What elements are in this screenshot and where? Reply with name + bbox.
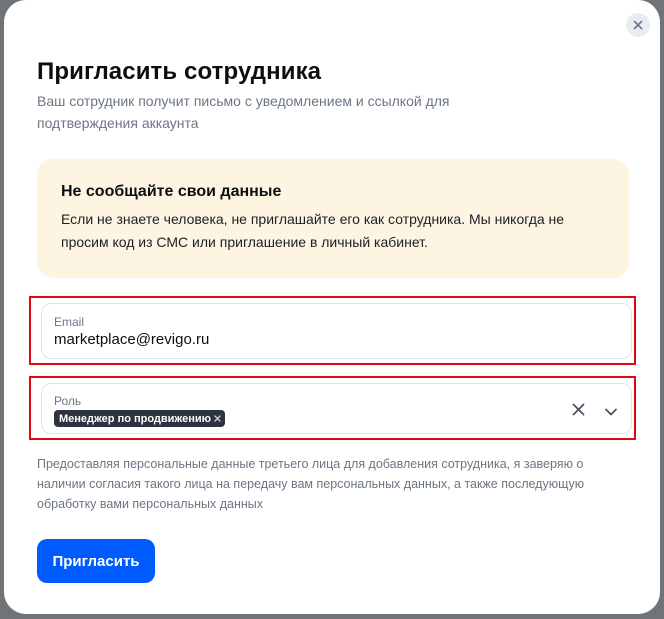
email-highlight-frame: [29, 296, 636, 365]
close-button[interactable]: [626, 13, 650, 37]
consent-text: Предоставляя персональные данные третьег…: [37, 457, 585, 511]
dialog-subtitle: Ваш сотрудник получит письмо с уведомлен…: [37, 93, 450, 131]
invite-button[interactable]: Пригласить: [37, 539, 155, 583]
dialog-title: Пригласить сотрудника: [37, 58, 322, 85]
close-icon: [633, 20, 643, 30]
notice-title: Не сообщайте свои данные: [61, 183, 282, 200]
role-highlight-frame: [29, 376, 636, 440]
notice-text: Если не знаете человека, не приглашайте …: [61, 211, 565, 250]
warning-notice: Не сообщайте свои данные Если не знаете …: [37, 159, 629, 278]
